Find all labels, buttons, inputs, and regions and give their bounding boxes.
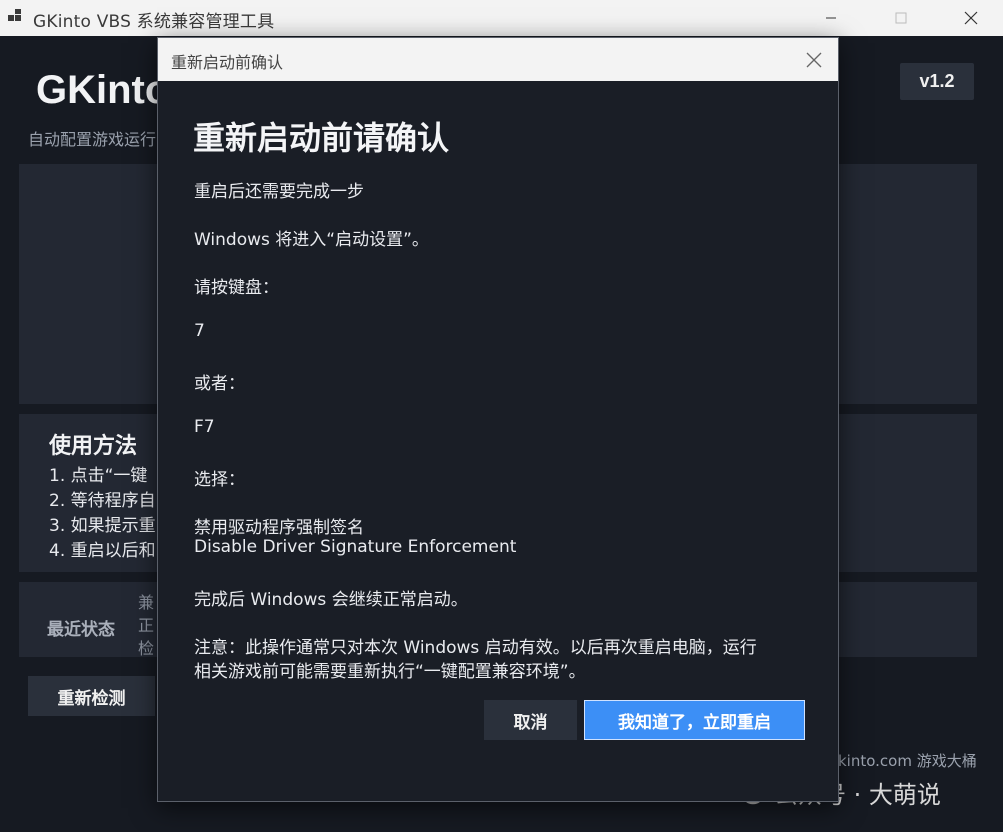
status-label: 最近状态: [47, 620, 115, 640]
usage-item: 3. 如果提示重: [49, 516, 156, 536]
window-titlebar: GKinto VBS 系统兼容管理工具: [0, 0, 1003, 36]
dialog-close-button[interactable]: [798, 44, 830, 76]
close-button[interactable]: [948, 0, 994, 36]
usage-item: 1. 点击“一键: [49, 466, 148, 486]
dialog-line: 完成后 Windows 会继续正常启动。: [194, 590, 468, 610]
maximize-button[interactable]: [878, 0, 924, 36]
close-icon: [806, 52, 822, 68]
dialog-line: 请按键盘：: [194, 278, 279, 298]
usage-list: 1. 点击“一键 2. 等待程序自 3. 如果提示重 4. 重启以后和: [49, 464, 156, 564]
status-line: 兼: [138, 593, 155, 612]
app-subtitle: 自动配置游戏运行: [28, 130, 157, 149]
usage-item: 2. 等待程序自: [49, 491, 156, 511]
dialog-heading: 重新启动前请确认: [193, 119, 450, 157]
minimize-button[interactable]: [808, 0, 854, 36]
dialog-line: 禁用驱动程序强制签名: [194, 518, 364, 538]
maximize-icon: [895, 12, 907, 24]
cancel-button[interactable]: 取消: [484, 700, 577, 740]
status-line: 正: [138, 616, 155, 635]
recheck-button[interactable]: 重新检测: [28, 676, 155, 716]
dialog-line: 或者：: [194, 374, 245, 394]
dialog-line: F7: [194, 417, 215, 437]
minimize-icon: [826, 17, 836, 19]
dialog-titlebar: 重新启动前确认: [158, 38, 838, 81]
usage-item: 4. 重启以后和: [49, 541, 156, 561]
confirm-restart-button[interactable]: 我知道了，立即重启: [584, 700, 805, 740]
dialog-line: 7: [194, 321, 205, 341]
app-icon: [8, 9, 21, 21]
app-title: GKinto: [36, 68, 170, 112]
status-lines: 兼 正 检: [138, 591, 154, 657]
dialog-line: 注意：此操作通常只对本次 Windows 启动有效。以后再次重启电脑，运行: [194, 638, 757, 658]
close-icon: [964, 11, 978, 25]
dialog-line: 相关游戏前可能需要重新执行“一键配置兼容环境”。: [194, 662, 586, 682]
dialog-line: Disable Driver Signature Enforcement: [194, 537, 517, 557]
dialog-line: 重启后还需要完成一步: [194, 182, 364, 202]
footer-link[interactable]: kinto.com 游戏大桶: [838, 750, 977, 771]
status-line: 检: [138, 639, 155, 657]
version-badge: v1.2: [900, 63, 974, 100]
restart-confirm-dialog: 重新启动前确认 重新启动前请确认 重启后还需要完成一步 Windows 将进入“…: [157, 37, 839, 802]
dialog-line: Windows 将进入“启动设置”。: [194, 230, 429, 250]
dialog-title: 重新启动前确认: [171, 53, 284, 72]
usage-title: 使用方法: [49, 434, 138, 459]
dialog-line: 选择：: [194, 470, 245, 490]
window-title: GKinto VBS 系统兼容管理工具: [33, 12, 275, 32]
